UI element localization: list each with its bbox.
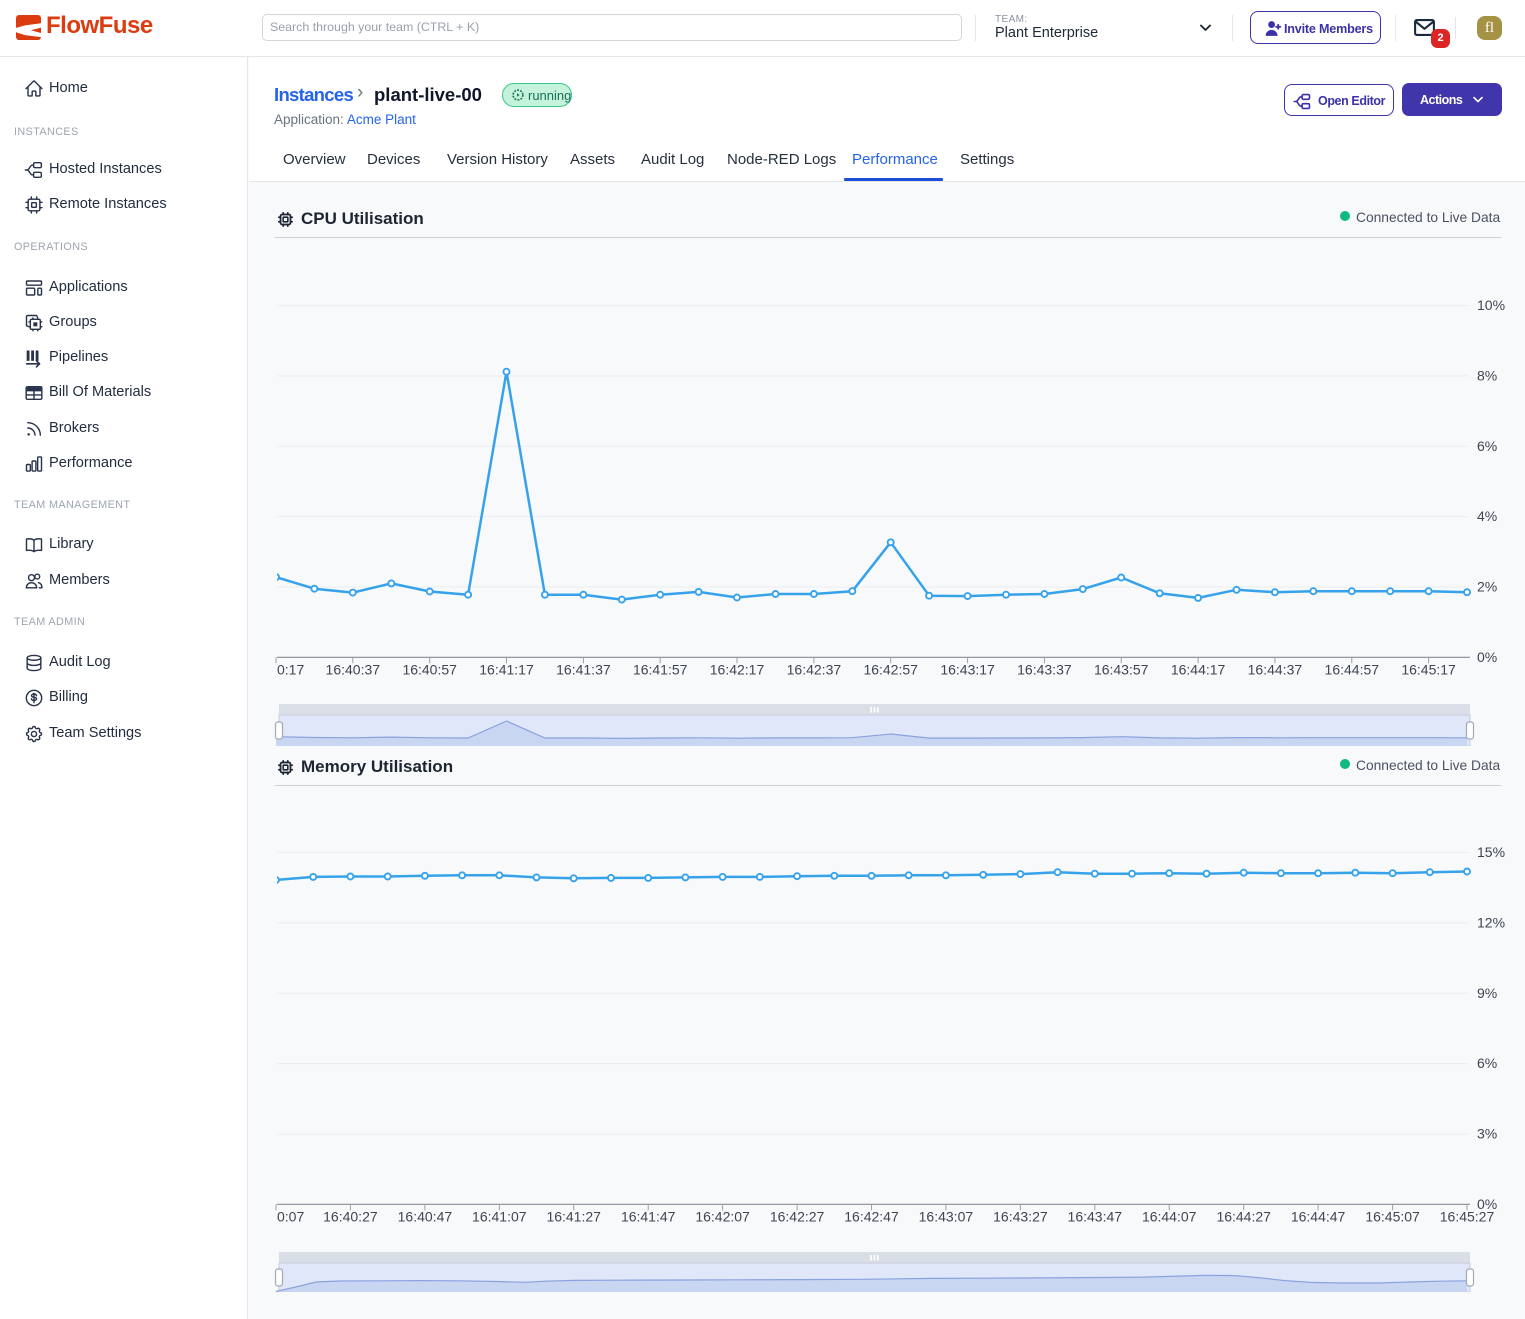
svg-text:16:43:37: 16:43:37: [1017, 662, 1072, 678]
svg-text:16:45:27: 16:45:27: [1440, 1209, 1495, 1225]
svg-text:6%: 6%: [1477, 1055, 1497, 1071]
svg-text:0:17: 0:17: [277, 662, 304, 678]
svg-text:16:40:47: 16:40:47: [398, 1209, 453, 1225]
svg-text:6%: 6%: [1477, 438, 1497, 454]
svg-text:16:43:47: 16:43:47: [1068, 1209, 1123, 1225]
svg-text:9%: 9%: [1477, 985, 1497, 1001]
svg-text:16:41:57: 16:41:57: [633, 662, 688, 678]
svg-text:16:43:07: 16:43:07: [919, 1209, 974, 1225]
svg-text:8%: 8%: [1477, 367, 1497, 383]
svg-text:3%: 3%: [1477, 1126, 1497, 1142]
svg-text:16:44:47: 16:44:47: [1291, 1209, 1346, 1225]
svg-text:16:44:17: 16:44:17: [1171, 662, 1226, 678]
svg-text:16:42:47: 16:42:47: [844, 1209, 899, 1225]
svg-text:0:07: 0:07: [277, 1209, 304, 1225]
svg-text:16:45:17: 16:45:17: [1401, 662, 1456, 678]
svg-text:10%: 10%: [1477, 297, 1505, 313]
svg-text:12%: 12%: [1477, 914, 1505, 930]
svg-text:4%: 4%: [1477, 508, 1497, 524]
svg-text:16:41:27: 16:41:27: [546, 1209, 601, 1225]
svg-text:16:42:07: 16:42:07: [695, 1209, 750, 1225]
svg-text:16:42:37: 16:42:37: [787, 662, 842, 678]
svg-text:16:44:27: 16:44:27: [1216, 1209, 1271, 1225]
svg-text:16:43:17: 16:43:17: [940, 662, 995, 678]
svg-text:16:41:17: 16:41:17: [479, 662, 534, 678]
svg-text:16:41:47: 16:41:47: [621, 1209, 676, 1225]
svg-text:16:40:57: 16:40:57: [402, 662, 457, 678]
svg-text:16:45:07: 16:45:07: [1365, 1209, 1420, 1225]
svg-text:16:41:07: 16:41:07: [472, 1209, 527, 1225]
svg-text:16:44:37: 16:44:37: [1248, 662, 1303, 678]
svg-text:16:42:27: 16:42:27: [770, 1209, 825, 1225]
svg-text:2%: 2%: [1477, 579, 1497, 595]
svg-text:16:43:57: 16:43:57: [1094, 662, 1149, 678]
svg-text:15%: 15%: [1477, 844, 1505, 860]
svg-text:16:40:27: 16:40:27: [323, 1209, 378, 1225]
svg-text:0%: 0%: [1477, 649, 1497, 665]
svg-text:16:43:27: 16:43:27: [993, 1209, 1048, 1225]
svg-text:16:44:57: 16:44:57: [1325, 662, 1380, 678]
svg-text:16:42:17: 16:42:17: [710, 662, 765, 678]
svg-text:16:44:07: 16:44:07: [1142, 1209, 1197, 1225]
svg-text:16:41:37: 16:41:37: [556, 662, 611, 678]
svg-text:16:42:57: 16:42:57: [863, 662, 918, 678]
svg-text:16:40:37: 16:40:37: [326, 662, 381, 678]
